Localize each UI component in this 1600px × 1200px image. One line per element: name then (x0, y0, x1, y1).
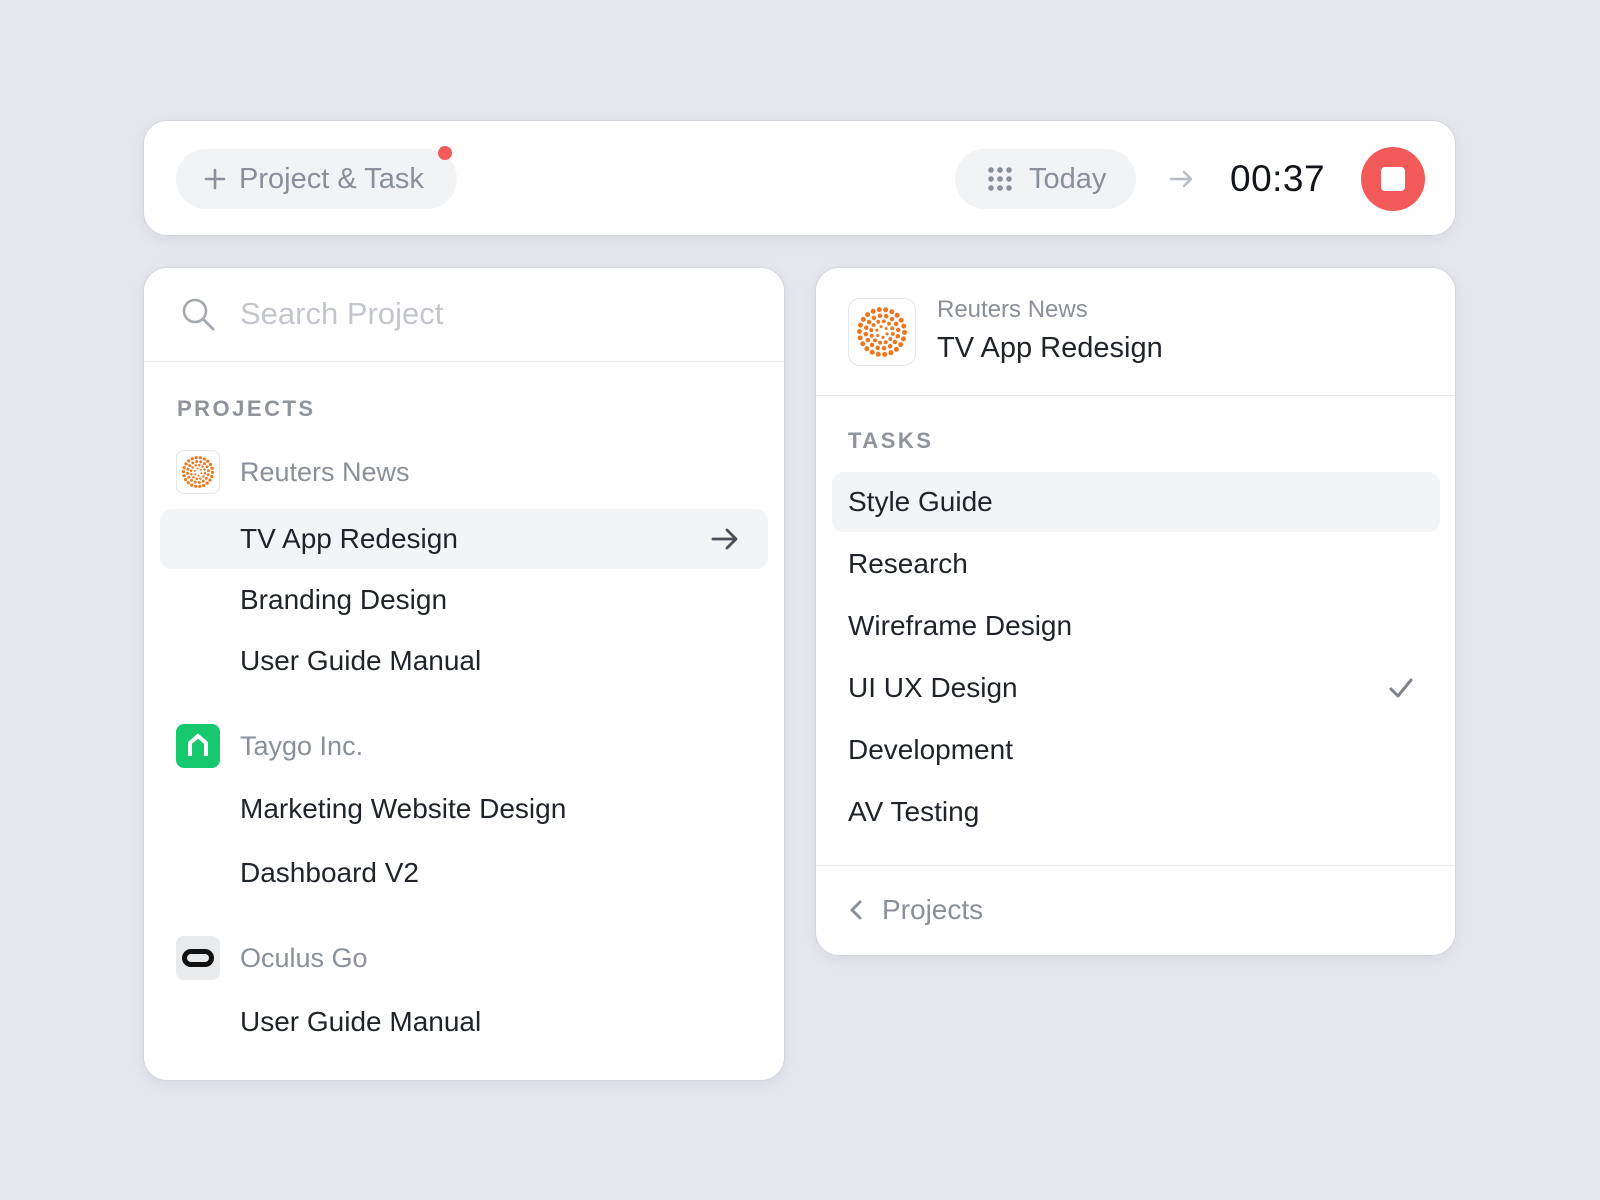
project-item-user-guide-manual-oculus[interactable]: User Guide Manual (160, 992, 768, 1052)
search-bar (144, 268, 784, 362)
reuters-logo-icon (176, 450, 220, 494)
timer-bar: Project & Task Today 00:37 (143, 120, 1456, 236)
project-name: Marketing Website Design (240, 793, 567, 824)
task-item-av-testing[interactable]: AV Testing (832, 782, 1440, 842)
date-range-button[interactable]: Today (955, 149, 1136, 209)
checkmark-icon (1389, 678, 1413, 698)
add-project-task-label: Project & Task (239, 162, 424, 195)
task-item-research[interactable]: Research (832, 534, 1440, 594)
tasks-section-label: TASKS (848, 428, 934, 453)
project-item-dashboard-v2[interactable]: Dashboard V2 (160, 843, 768, 903)
project-header: Reuters News TV App Redesign (816, 268, 1455, 396)
task-name: AV Testing (848, 796, 980, 827)
back-to-projects-link[interactable]: Projects (848, 888, 983, 932)
stop-icon (1381, 167, 1405, 191)
header-project-name: TV App Redesign (937, 332, 1163, 364)
reuters-dots-icon (856, 307, 908, 357)
chevron-left-icon (850, 900, 862, 920)
client-taygo: Taygo Inc. (176, 724, 363, 768)
reuters-logo-icon (848, 298, 916, 366)
search-input[interactable] (240, 290, 740, 338)
task-item-ui-ux-design[interactable]: UI UX Design (832, 658, 1440, 718)
task-name: UI UX Design (848, 672, 1018, 703)
add-project-task-button[interactable]: Project & Task (176, 149, 457, 209)
header-client-name: Reuters News (937, 296, 1088, 323)
project-name: Dashboard V2 (240, 857, 420, 888)
client-name: Taygo Inc. (240, 730, 364, 761)
project-item-user-guide-manual[interactable]: User Guide Manual (160, 631, 768, 691)
task-item-wireframe-design[interactable]: Wireframe Design (832, 596, 1440, 656)
notification-dot (438, 146, 452, 160)
project-name: TV App Redesign (240, 523, 458, 554)
client-oculus: Oculus Go (176, 936, 368, 980)
task-name: Style Guide (848, 486, 993, 517)
task-item-style-guide[interactable]: Style Guide (832, 472, 1440, 532)
dots-grid-icon (988, 167, 1012, 191)
elapsed-timer: 00:37 (1230, 158, 1326, 199)
oculus-logo-icon (176, 936, 220, 980)
stop-timer-button[interactable] (1361, 147, 1425, 211)
back-to-projects-label: Projects (882, 894, 984, 925)
project-item-tv-app-redesign[interactable]: TV App Redesign (160, 509, 768, 569)
search-icon (182, 298, 215, 331)
arrow-right-icon (711, 528, 738, 550)
arrow-right-icon (1169, 170, 1193, 188)
plus-icon (204, 168, 226, 190)
project-item-marketing-website-design[interactable]: Marketing Website Design (160, 779, 768, 839)
project-name: User Guide Manual (240, 1006, 482, 1037)
project-name: User Guide Manual (240, 645, 482, 676)
client-name: Reuters News (240, 456, 410, 487)
client-name: Oculus Go (240, 942, 368, 973)
projects-panel: PROJECTS Reuters News TV App Redesign Br… (143, 267, 785, 1081)
project-name: Branding Design (240, 584, 448, 615)
tasks-panel: Reuters News TV App Redesign TASKS Style… (815, 267, 1456, 956)
projects-section-label: PROJECTS (177, 396, 316, 421)
client-reuters: Reuters News (176, 450, 410, 494)
reuters-dots-icon (181, 456, 215, 488)
project-item-branding-design[interactable]: Branding Design (160, 570, 768, 630)
taygo-logo-icon (176, 724, 220, 768)
task-item-development[interactable]: Development (832, 720, 1440, 780)
date-range-label: Today (1029, 162, 1107, 195)
task-name: Development (848, 734, 1013, 765)
task-name: Research (848, 548, 968, 579)
panel-footer: Projects (816, 865, 1455, 955)
task-name: Wireframe Design (848, 610, 1073, 641)
